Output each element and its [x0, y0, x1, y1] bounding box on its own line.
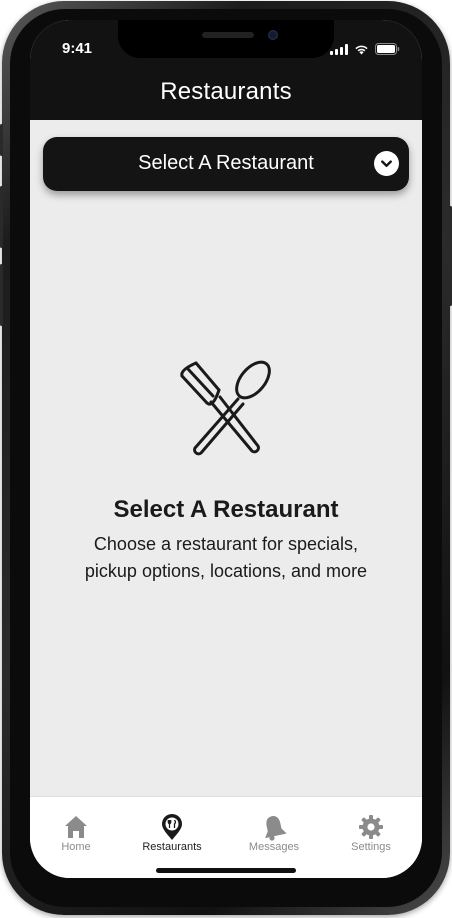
home-icon	[65, 816, 87, 838]
empty-state-title: Select A Restaurant	[113, 496, 339, 523]
tab-label: Settings	[351, 841, 391, 853]
tab-label: Home	[61, 841, 91, 853]
restaurant-select-label: Select A Restaurant	[138, 152, 314, 174]
status-time: 9:41	[62, 40, 93, 57]
status-icons	[330, 43, 400, 55]
fork-spoon-icon	[180, 360, 271, 456]
restaurant-pin-icon	[162, 814, 182, 840]
tab-messages[interactable]: Messages	[232, 813, 316, 857]
speaker-grille	[202, 32, 254, 38]
tab-label: Restaurants	[142, 841, 202, 853]
gear-icon	[359, 815, 383, 839]
page-title: Restaurants	[160, 78, 292, 105]
signal-icon	[330, 43, 348, 55]
volume-up-button	[0, 186, 3, 248]
empty-state-description: Choose a restaurant for specials, pickup…	[84, 534, 368, 581]
tab-home[interactable]: Home	[34, 813, 118, 857]
app-screen: 9:41 Restaurants Select A Restaurant Sel…	[30, 20, 422, 878]
notch	[118, 20, 334, 58]
home-indicator[interactable]	[156, 868, 296, 873]
restaurant-select-dropdown[interactable]: Select A Restaurant	[43, 137, 409, 191]
tab-settings[interactable]: Settings	[329, 813, 413, 857]
battery-icon	[375, 43, 400, 55]
front-camera	[268, 30, 278, 40]
mute-switch	[0, 124, 3, 156]
chevron-down-icon	[374, 151, 399, 176]
bell-icon	[265, 816, 287, 841]
tab-label: Messages	[248, 841, 300, 853]
app-header: 9:41 Restaurants	[30, 20, 422, 120]
tab-bar: Home Restaurants Messages Settings	[30, 796, 422, 878]
volume-down-button	[0, 264, 3, 326]
tab-restaurants[interactable]: Restaurants	[130, 813, 214, 857]
wifi-icon	[355, 45, 368, 54]
